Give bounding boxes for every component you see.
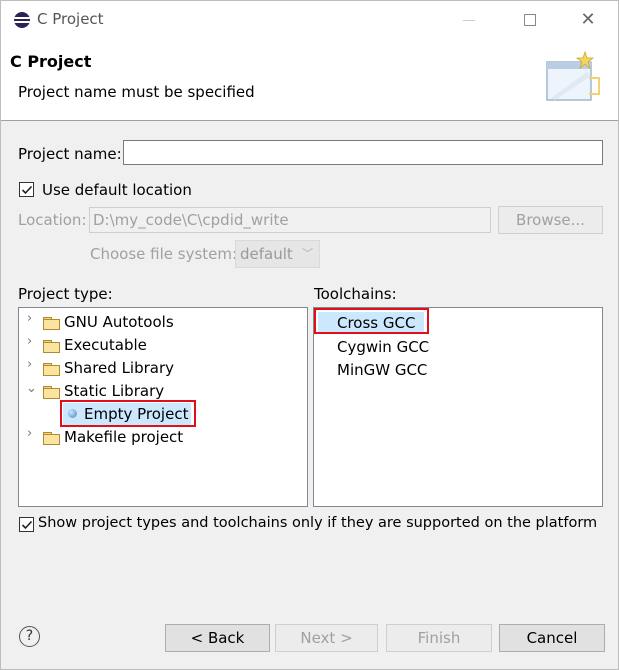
toolchains-list[interactable]: Cross GCC Cygwin GCC MinGW GCC	[313, 307, 603, 507]
cancel-button[interactable]: Cancel	[499, 624, 605, 652]
minimize-icon	[463, 19, 475, 21]
tree-item-label: Makefile project	[64, 428, 184, 446]
file-system-label: Choose file system:	[90, 245, 238, 263]
list-item-label: Cygwin GCC	[337, 338, 430, 356]
location-label: Location:	[18, 211, 87, 229]
page-title: C Project	[10, 52, 92, 71]
tree-item-label: Executable	[64, 336, 147, 354]
finish-button[interactable]: Finish	[386, 624, 492, 652]
project-name-input[interactable]	[123, 140, 603, 165]
minimize-button[interactable]	[454, 7, 484, 33]
list-item-label: MinGW GCC	[337, 361, 428, 379]
new-c-project-dialog: C Project ✕ C Project Project name must …	[0, 0, 619, 670]
wizard-header: C Project Project name must be specified	[1, 39, 618, 121]
tree-item-executable[interactable]: › Executable	[19, 334, 307, 357]
error-message: Project name must be specified	[18, 83, 255, 101]
project-name-label: Project name:	[18, 145, 122, 163]
folder-icon	[43, 432, 60, 445]
chevron-down-icon: ﹀	[302, 247, 313, 260]
use-default-location-checkbox[interactable]	[19, 182, 34, 197]
location-input[interactable]: D:\my_code\C\cpdid_write	[89, 207, 491, 233]
list-item-cygwin-gcc[interactable]: Cygwin GCC	[314, 336, 602, 359]
checkmark-icon	[21, 520, 33, 530]
maximize-icon	[524, 14, 536, 26]
file-system-select[interactable]: default ﹀	[235, 240, 320, 268]
folder-icon	[43, 317, 60, 330]
title-bar: C Project ✕	[1, 1, 618, 39]
window-title: C Project	[37, 10, 104, 28]
show-supported-only-label: Show project types and toolchains only i…	[38, 515, 598, 531]
highlight-box	[60, 400, 196, 427]
project-type-tree[interactable]: › GNU Autotools › Executable › Shared Li…	[18, 307, 308, 507]
tree-item-shared-library[interactable]: › Shared Library	[19, 357, 307, 380]
new-project-wizard-icon	[546, 50, 600, 101]
show-supported-only-checkbox[interactable]	[19, 517, 34, 532]
chevron-right-icon: ›	[27, 334, 33, 349]
chevron-right-icon: ›	[27, 426, 33, 441]
back-button[interactable]: < Back	[165, 624, 270, 652]
tree-item-label: Static Library	[64, 382, 165, 400]
folder-icon	[43, 340, 60, 353]
next-button[interactable]: Next >	[275, 624, 378, 652]
maximize-button[interactable]	[515, 7, 545, 33]
highlight-box	[314, 308, 429, 334]
tree-item-label: GNU Autotools	[64, 313, 174, 331]
close-icon: ✕	[580, 9, 596, 30]
folder-icon	[43, 363, 60, 376]
use-default-location-label: Use default location	[42, 181, 192, 199]
tree-item-makefile-project[interactable]: › Makefile project	[19, 426, 307, 449]
chevron-right-icon: ›	[27, 357, 33, 372]
tree-item-gnu-autotools[interactable]: › GNU Autotools	[19, 311, 307, 334]
chevron-down-icon: ⌄	[26, 381, 37, 396]
file-system-value: default	[240, 245, 293, 263]
folder-open-icon	[43, 386, 60, 399]
close-button[interactable]: ✕	[573, 7, 603, 33]
project-type-label: Project type:	[18, 285, 113, 303]
checkmark-icon	[21, 185, 33, 195]
browse-button[interactable]: Browse...	[498, 206, 603, 234]
list-item-mingw-gcc[interactable]: MinGW GCC	[314, 359, 602, 382]
eclipse-icon	[14, 12, 30, 28]
chevron-right-icon: ›	[27, 311, 33, 326]
toolchains-label: Toolchains:	[314, 285, 397, 303]
tree-item-label: Shared Library	[64, 359, 175, 377]
help-icon[interactable]: ?	[19, 626, 40, 647]
